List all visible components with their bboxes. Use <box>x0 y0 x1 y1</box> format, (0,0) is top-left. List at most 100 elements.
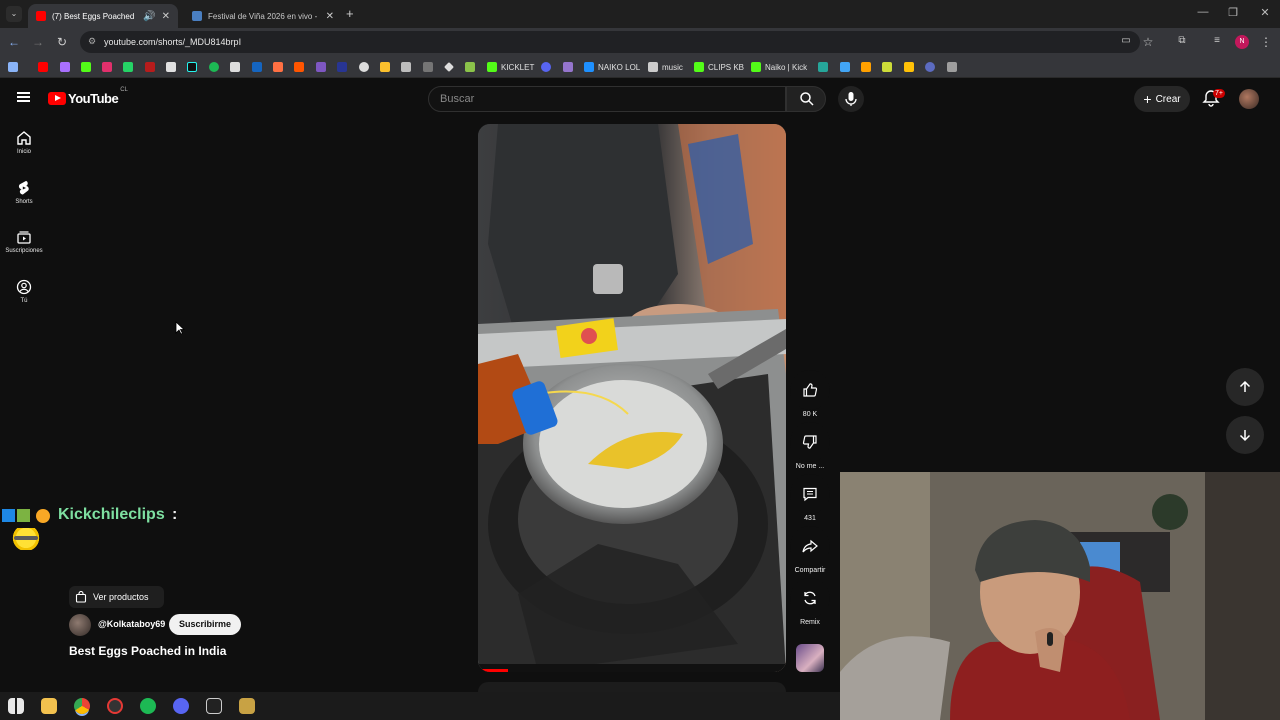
tab-close-icon[interactable]: ✕ <box>326 11 334 22</box>
channel-avatar[interactable] <box>69 614 91 636</box>
remix-button[interactable]: Remix <box>790 578 830 626</box>
next-short-button[interactable] <box>1226 416 1264 454</box>
short-title[interactable]: Best Eggs Poached in India <box>69 644 226 658</box>
bookmark-discord-icon[interactable] <box>541 61 551 73</box>
voice-search-button[interactable] <box>838 86 864 112</box>
short-video-player[interactable] <box>478 124 786 672</box>
guide-menu-icon[interactable] <box>17 92 30 102</box>
channel-handle[interactable]: @Kolkataboy69 <box>98 619 165 629</box>
like-button[interactable]: 80 K <box>790 370 830 418</box>
search-button[interactable] <box>786 86 826 112</box>
view-products-button[interactable]: Ver productos <box>69 586 164 608</box>
bookmark-clips-kb[interactable]: CLIPS KB <box>694 61 744 73</box>
bookmark-twitch-icon[interactable] <box>60 61 70 73</box>
close-window-button[interactable]: ✕ <box>1250 6 1280 19</box>
reload-icon[interactable]: ↻ <box>55 35 69 49</box>
bookmark-spotify-icon[interactable] <box>209 61 219 73</box>
bookmark-purple-icon[interactable] <box>316 61 326 73</box>
chrome-menu-icon[interactable]: ⋮ <box>1259 35 1273 49</box>
tab-audio-icon[interactable]: 🔊 <box>143 11 155 22</box>
guide-item-subscriptions[interactable]: Suscripciones <box>0 229 48 275</box>
bookmark-grey-icon[interactable] <box>423 61 433 73</box>
discord-taskbar-icon[interactable] <box>173 698 189 714</box>
naiko-kick-icon <box>751 62 761 72</box>
league-taskbar-icon[interactable] <box>239 698 255 714</box>
profile-avatar[interactable]: N <box>1235 35 1249 49</box>
comments-button[interactable]: 431 <box>790 474 830 522</box>
bookmark-label: KICKLET <box>501 62 535 72</box>
guide-item-you[interactable]: Tú <box>0 279 48 325</box>
bookmark-bars-icon[interactable] <box>840 61 850 73</box>
chrome-taskbar-icon[interactable] <box>74 698 90 714</box>
minimize-button[interactable]: — <box>1188 6 1218 18</box>
bookmark-green-icon[interactable] <box>465 61 475 73</box>
tab-festival[interactable]: Festival de Viña 2026 en vivo - ✕ <box>184 4 342 28</box>
bookmark-x-icon[interactable] <box>166 61 176 73</box>
bookmark-teal-icon[interactable] <box>818 61 828 73</box>
obs-taskbar-icon[interactable] <box>206 698 222 714</box>
country-code: CL <box>120 87 128 93</box>
bookmark-steam-icon[interactable] <box>925 61 935 73</box>
previous-short-button[interactable] <box>1226 368 1264 406</box>
bookmark-kicklet[interactable]: KICKLET <box>487 61 534 73</box>
bookmark-yellow-icon[interactable] <box>380 61 390 73</box>
bookmark-grid-icon[interactable] <box>947 61 957 73</box>
apps-icon[interactable] <box>8 61 18 73</box>
bookmark-naiko-kick[interactable]: Naiko | Kick <box>751 61 807 73</box>
video-frame-image <box>478 124 786 672</box>
bookmark-instagram-icon[interactable] <box>102 61 112 73</box>
back-icon[interactable]: ← <box>7 35 21 49</box>
audio-track-thumbnail[interactable] <box>796 644 824 672</box>
bookmark-cat-icon[interactable] <box>401 61 411 73</box>
bookmark-soundcloud-icon[interactable] <box>294 61 304 73</box>
subscriptions-icon <box>17 231 31 244</box>
extensions-icon[interactable]: ⧉ <box>1175 35 1189 46</box>
forward-icon[interactable]: → <box>31 35 45 49</box>
bookmark-amber-icon[interactable] <box>861 61 871 73</box>
bookmark-s-icon[interactable] <box>230 61 240 73</box>
share-button[interactable]: Compartir <box>790 526 830 574</box>
bookmark-music[interactable]: music <box>648 61 683 73</box>
bookmark-red-icon[interactable] <box>145 61 155 73</box>
guide-item-home[interactable]: Inicio <box>0 130 48 176</box>
tab-close-icon[interactable]: ✕ <box>162 11 170 22</box>
bookmark-diamond-icon[interactable] <box>444 61 454 73</box>
windows-start-icon[interactable] <box>8 698 24 714</box>
bookmark-magnet-icon[interactable] <box>904 61 914 73</box>
thumbs-down-icon <box>802 435 817 449</box>
dislike-button[interactable]: No me ... <box>790 422 830 470</box>
site-info-icon[interactable]: ⚙ <box>88 36 96 47</box>
media-controls-icon[interactable]: ≡ <box>1210 35 1224 46</box>
maximize-button[interactable]: ❐ <box>1218 6 1248 19</box>
tab-search-button[interactable]: ⌄ <box>6 6 22 22</box>
install-app-icon[interactable]: ▭ <box>1119 35 1133 46</box>
tab-youtube-short[interactable]: (7) Best Eggs Poached in In 🔊 ✕ <box>28 4 178 28</box>
bookmark-lime-icon[interactable] <box>882 61 892 73</box>
spotify-taskbar-icon[interactable] <box>140 698 156 714</box>
shopping-bag-icon <box>75 591 87 603</box>
comment-count: 431 <box>804 515 816 522</box>
bookmark-whatsapp-icon[interactable] <box>123 61 133 73</box>
arrow-up-icon <box>1239 380 1251 392</box>
bookmark-tiktok-icon[interactable] <box>187 61 197 73</box>
search-input[interactable]: Buscar <box>428 86 786 112</box>
bookmark-youtube-icon[interactable] <box>38 61 48 73</box>
guide-label: Suscripciones <box>5 248 43 254</box>
bookmark-shield-icon[interactable] <box>563 61 573 73</box>
app-red-taskbar-icon[interactable] <box>107 698 123 714</box>
bookmark-navy-icon[interactable] <box>337 61 347 73</box>
subscribe-button[interactable]: Suscribirme <box>169 614 241 635</box>
guide-item-shorts[interactable]: Shorts <box>0 180 48 226</box>
bookmark-naiko-lol[interactable]: NAIKO LOL <box>584 61 640 73</box>
account-avatar[interactable] <box>1239 89 1259 109</box>
file-explorer-icon[interactable] <box>41 698 57 714</box>
new-tab-button[interactable]: + <box>346 6 354 21</box>
bookmark-blue-icon[interactable] <box>252 61 262 73</box>
bookmark-kick-icon[interactable] <box>81 61 91 73</box>
address-bar[interactable]: ⚙ youtube.com/shorts/_MDU814brpI <box>80 31 1140 53</box>
bookmark-star-icon[interactable]: ☆ <box>1141 35 1155 49</box>
bookmark-orange-icon[interactable] <box>273 61 283 73</box>
youtube-logo[interactable]: YouTube CL <box>48 87 128 106</box>
bookmark-chrome-icon[interactable] <box>359 61 369 73</box>
create-button[interactable]: + Crear <box>1134 86 1190 112</box>
